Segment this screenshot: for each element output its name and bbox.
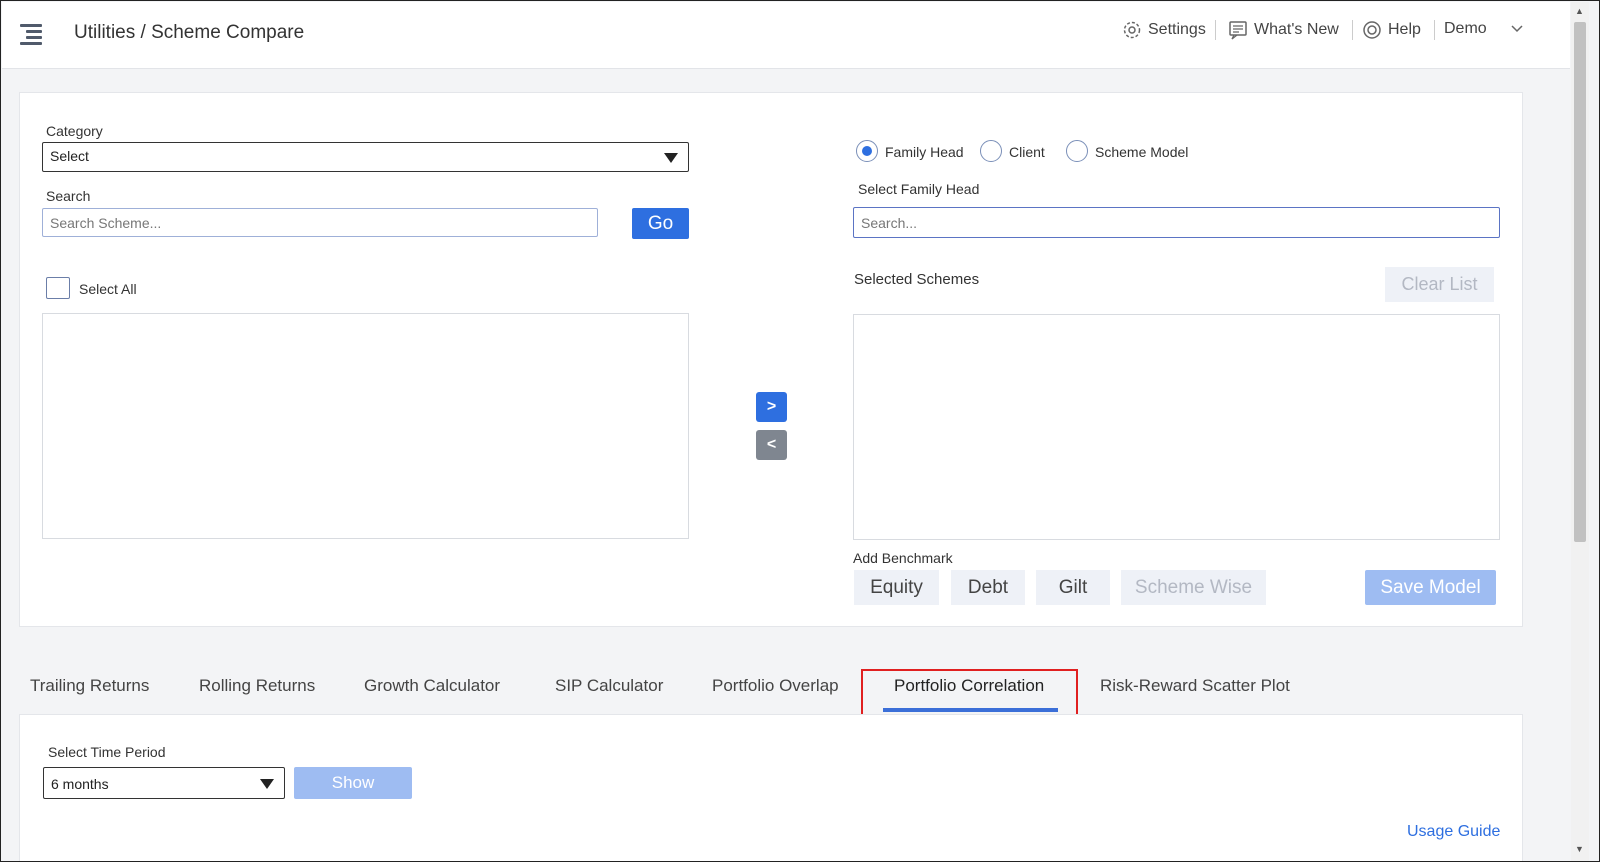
category-label: Category	[46, 123, 103, 139]
tab-portfolio-overlap[interactable]: Portfolio Overlap	[712, 676, 839, 696]
show-button[interactable]: Show	[294, 767, 412, 799]
select-family-head-label: Select Family Head	[858, 181, 980, 197]
clear-list-button[interactable]: Clear List	[1385, 267, 1494, 302]
menu-icon[interactable]	[20, 23, 44, 47]
scrollbar-thumb[interactable]	[1574, 22, 1586, 542]
dropdown-caret-icon	[260, 779, 274, 789]
scheme-model-label: Scheme Model	[1095, 144, 1189, 160]
client-radio[interactable]	[980, 140, 1002, 162]
available-schemes-list[interactable]	[42, 313, 689, 539]
app-frame: Utilities / Scheme Compare Settings What…	[0, 0, 1600, 862]
dropdown-caret-icon	[664, 153, 678, 163]
go-button[interactable]: Go	[632, 208, 689, 239]
top-header: Utilities / Scheme Compare Settings What…	[2, 2, 1570, 69]
chevron-down-icon	[1511, 25, 1523, 33]
time-period-select[interactable]: 6 months	[43, 767, 285, 799]
lifebuoy-icon	[1363, 21, 1381, 39]
search-label: Search	[46, 188, 91, 204]
time-period-label: Select Time Period	[48, 744, 166, 760]
family-head-label: Family Head	[885, 144, 964, 160]
header-divider	[1352, 20, 1353, 40]
scroll-up-icon[interactable]: ▲	[1575, 6, 1584, 16]
selected-schemes-list[interactable]	[853, 314, 1500, 540]
tab-risk-reward-scatter-plot[interactable]: Risk-Reward Scatter Plot	[1100, 676, 1290, 696]
category-value: Select	[50, 148, 89, 164]
select-all-checkbox[interactable]	[46, 277, 70, 299]
save-model-button[interactable]: Save Model	[1365, 570, 1496, 605]
user-name: Demo	[1444, 20, 1487, 37]
gilt-benchmark-button[interactable]: Gilt	[1036, 570, 1110, 605]
user-menu[interactable]: Demo	[1444, 20, 1523, 38]
category-select[interactable]: Select	[42, 142, 689, 172]
gear-icon	[1123, 21, 1141, 39]
header-divider	[1434, 20, 1435, 40]
vertical-scrollbar[interactable]: ▲ ▼	[1571, 2, 1589, 861]
family-head-radio[interactable]	[856, 140, 878, 162]
equity-benchmark-button[interactable]: Equity	[854, 570, 939, 605]
scheme-wise-benchmark-button[interactable]: Scheme Wise	[1121, 570, 1266, 605]
scheme-search-input[interactable]	[42, 208, 598, 237]
tab-rolling-returns[interactable]: Rolling Returns	[199, 676, 315, 696]
add-benchmark-label: Add Benchmark	[853, 550, 953, 566]
help-link[interactable]: Help	[1362, 20, 1421, 40]
whats-new-label: What's New	[1254, 21, 1339, 38]
settings-link[interactable]: Settings	[1122, 20, 1206, 40]
scheme-model-radio[interactable]	[1066, 140, 1088, 162]
usage-guide-link[interactable]: Usage Guide	[1407, 823, 1500, 841]
breadcrumb: Utilities / Scheme Compare	[74, 22, 305, 43]
header-divider	[1215, 20, 1216, 40]
settings-label: Settings	[1148, 21, 1206, 38]
whats-new-link[interactable]: What's New	[1228, 20, 1339, 40]
tab-trailing-returns[interactable]: Trailing Returns	[30, 676, 149, 696]
message-icon	[1229, 21, 1247, 40]
remove-scheme-button[interactable]: <	[756, 430, 787, 460]
selected-schemes-label: Selected Schemes	[854, 271, 980, 288]
scroll-down-icon[interactable]: ▼	[1575, 844, 1584, 854]
tab-growth-calculator[interactable]: Growth Calculator	[364, 676, 500, 696]
help-label: Help	[1388, 21, 1421, 38]
highlight-box	[861, 669, 1078, 718]
add-scheme-button[interactable]: >	[756, 392, 787, 422]
select-all-label: Select All	[79, 281, 137, 297]
time-period-value: 6 months	[51, 776, 109, 792]
debt-benchmark-button[interactable]: Debt	[951, 570, 1025, 605]
client-label: Client	[1009, 144, 1045, 160]
tab-sip-calculator[interactable]: SIP Calculator	[555, 676, 663, 696]
family-head-search-input[interactable]	[853, 207, 1500, 238]
